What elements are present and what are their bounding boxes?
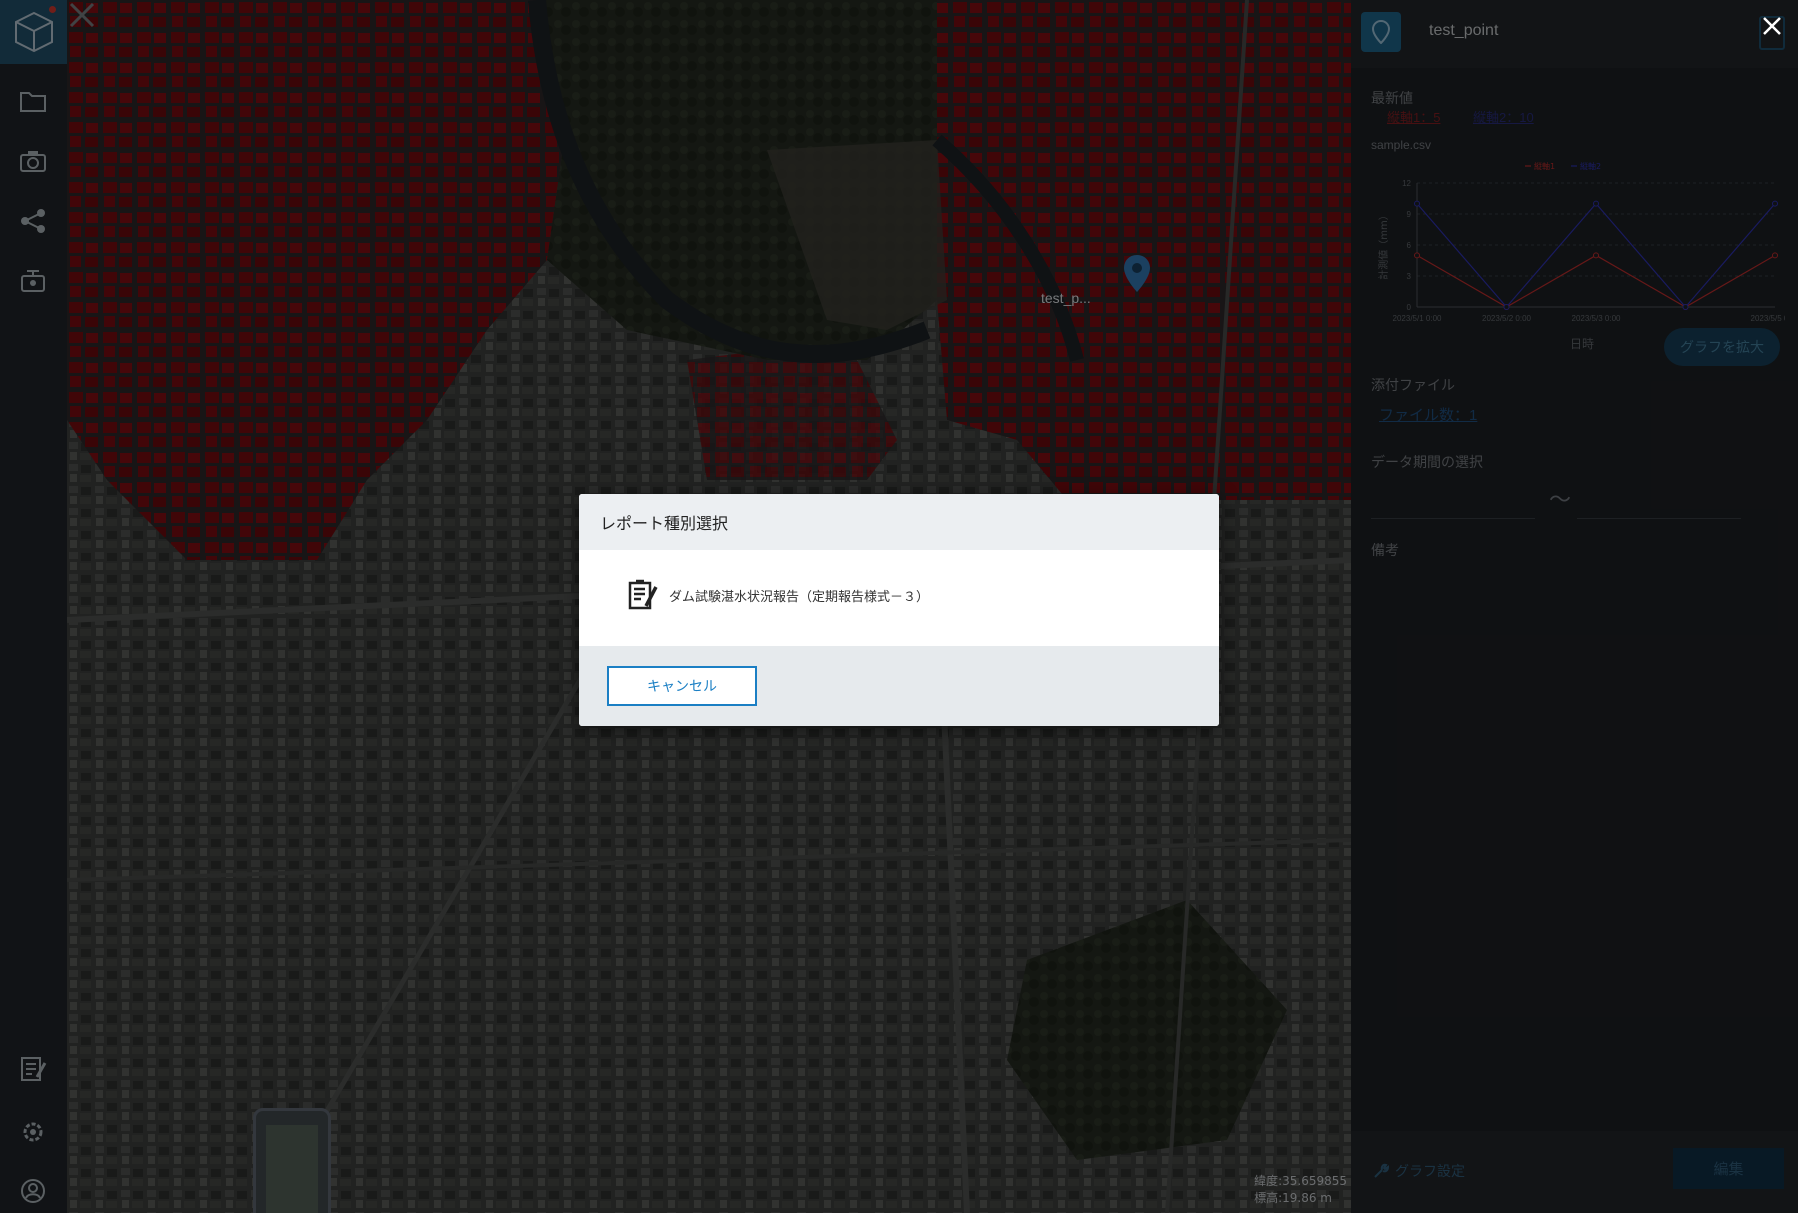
close-icon[interactable] <box>1758 12 1786 40</box>
report-option-label: ダム試験湛水状況報告（定期報告様式－３） <box>669 588 930 604</box>
cancel-button[interactable]: キャンセル <box>607 666 757 706</box>
dialog-footer: キャンセル <box>579 646 1219 726</box>
report-type-dialog: レポート種別選択 ダム試験湛水状況報告（定期報告様式－３） キャンセル <box>579 494 1219 726</box>
report-option-dam-test[interactable]: ダム試験湛水状況報告（定期報告様式－３） <box>627 578 929 612</box>
dialog-body: ダム試験湛水状況報告（定期報告様式－３） <box>579 550 1219 646</box>
report-icon <box>628 579 658 610</box>
dialog-title: レポート種別選択 <box>579 494 1219 550</box>
